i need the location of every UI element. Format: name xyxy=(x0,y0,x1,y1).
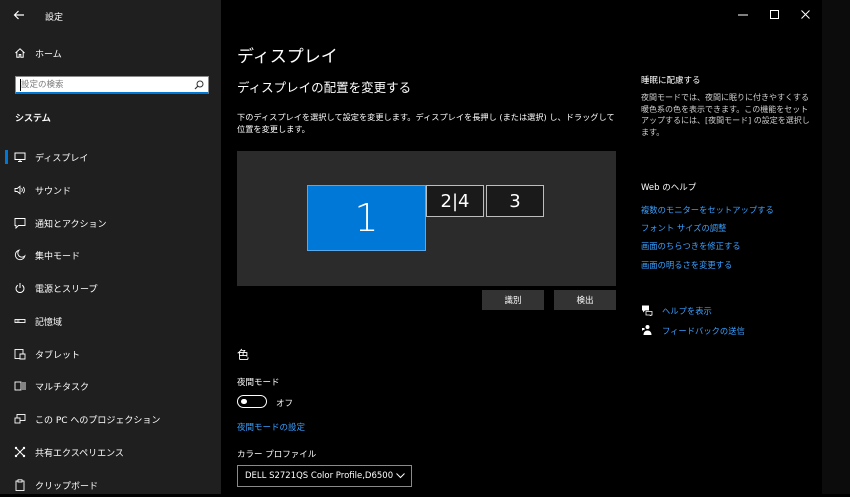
color-heading: 色 xyxy=(237,348,250,362)
sidebar-item-multitask[interactable]: マルチタスク xyxy=(0,374,221,398)
monitor-1[interactable]: 1 xyxy=(307,185,426,251)
sidebar-item-sound[interactable]: サウンド xyxy=(0,178,221,202)
sidebar-section-heading: システム xyxy=(15,114,51,124)
home-icon xyxy=(15,48,25,58)
color-profile-value: DELL S2721QS Color Profile,D6500 xyxy=(245,471,394,481)
moon-icon xyxy=(14,249,26,261)
sleep-description: 夜間モードでは、夜間に眠りに付きやすくする暖色系の色を表示できます。この機能をセ… xyxy=(641,93,810,137)
sidebar-item-home[interactable]: ホーム xyxy=(0,42,221,64)
monitor-3[interactable]: 3 xyxy=(486,185,544,217)
app-title: 設定 xyxy=(45,13,64,23)
sidebar-item-label: サウンド xyxy=(35,187,72,197)
night-mode-label: 夜間モード xyxy=(237,378,280,388)
minimize-icon xyxy=(738,14,748,16)
storage-icon xyxy=(14,319,26,323)
sleep-heading: 睡眠に配慮する xyxy=(641,76,701,86)
sidebar-item-power[interactable]: 電源とスリープ xyxy=(0,276,221,300)
sidebar-item-label: ディスプレイ xyxy=(35,154,89,164)
toggle-knob xyxy=(241,398,247,404)
sidebar-item-label: 共有エクスペリエンス xyxy=(35,449,124,459)
sidebar: 設定 ホーム システム ディスプレイ xyxy=(0,0,221,494)
notification-icon xyxy=(14,218,26,229)
display-arrangement-canvas: 1 2|4 3 xyxy=(237,151,616,286)
arrange-description: 下のディスプレイを選択して設定を変更します。ディスプレイを長押し (または選択)… xyxy=(237,112,615,134)
sidebar-item-label: この PC へのプロジェクション xyxy=(35,416,161,426)
speaker-icon xyxy=(14,185,25,195)
settings-window: 設定 ホーム システム ディスプレイ xyxy=(0,0,822,494)
minimize-button[interactable] xyxy=(728,5,758,25)
power-icon xyxy=(15,283,25,293)
sidebar-item-label: 電源とスリープ xyxy=(35,285,98,295)
search-box[interactable] xyxy=(15,76,209,94)
projection-icon xyxy=(14,414,26,424)
get-help-label: ヘルプを表示 xyxy=(662,306,712,316)
maximize-icon xyxy=(770,10,779,19)
back-button[interactable] xyxy=(12,8,26,22)
monitor-2-4[interactable]: 2|4 xyxy=(426,185,484,217)
sidebar-item-label: 記憶域 xyxy=(35,318,63,328)
sidebar-item-notifications[interactable]: 通知とアクション xyxy=(0,211,221,235)
feedback-icon xyxy=(642,325,652,335)
web-help-heading: Web のヘルプ xyxy=(641,183,697,193)
help-link-multiple-monitors[interactable]: 複数のモニターをセットアップする xyxy=(641,204,774,216)
night-mode-state: オフ xyxy=(276,399,294,409)
close-icon xyxy=(801,10,810,19)
page-title: ディスプレイ xyxy=(237,47,338,67)
sidebar-item-label: ホーム xyxy=(35,50,62,60)
sidebar-item-display[interactable]: ディスプレイ xyxy=(0,145,221,169)
chat-help-icon xyxy=(642,305,653,316)
arrange-displays-heading: ディスプレイの配置を変更する xyxy=(237,80,412,95)
night-mode-toggle[interactable] xyxy=(237,395,267,408)
background-strip xyxy=(822,0,850,494)
search-input[interactable] xyxy=(21,78,191,92)
multitask-icon xyxy=(14,381,26,391)
arrow-left-icon xyxy=(13,10,24,20)
sidebar-item-storage[interactable]: 記憶域 xyxy=(0,309,221,333)
sidebar-item-shared-experience[interactable]: 共有エクスペリエンス xyxy=(0,440,221,464)
maximize-button[interactable] xyxy=(760,5,790,25)
chevron-down-icon xyxy=(396,473,405,479)
detect-button[interactable]: 検出 xyxy=(554,290,616,310)
identify-button[interactable]: 識別 xyxy=(482,290,544,310)
shared-experience-icon xyxy=(14,446,26,458)
sidebar-item-label: マルチタスク xyxy=(35,383,90,393)
color-profile-select[interactable]: DELL S2721QS Color Profile,D6500 xyxy=(237,465,412,487)
night-mode-settings-link[interactable]: 夜間モードの設定 xyxy=(237,421,305,433)
close-button[interactable] xyxy=(791,5,821,25)
sidebar-item-label: タブレット xyxy=(35,351,81,361)
monitor-icon xyxy=(14,152,26,162)
sidebar-item-label: 通知とアクション xyxy=(35,220,107,230)
clipboard-icon xyxy=(15,479,25,491)
sidebar-item-label: 集中モード xyxy=(35,252,81,262)
help-link-brightness[interactable]: 画面の明るさを変更する xyxy=(641,259,732,271)
sidebar-item-focus[interactable]: 集中モード xyxy=(0,243,221,267)
sidebar-item-clipboard[interactable]: クリップボード xyxy=(0,473,221,497)
sidebar-item-projection[interactable]: この PC へのプロジェクション xyxy=(0,407,221,431)
tablet-icon xyxy=(14,349,26,360)
help-link-font-size[interactable]: フォント サイズの調整 xyxy=(641,222,726,234)
sidebar-item-tablet[interactable]: タブレット xyxy=(0,342,221,366)
selection-indicator xyxy=(5,150,8,164)
sidebar-item-label: クリップボード xyxy=(35,482,99,492)
search-icon[interactable] xyxy=(194,80,204,90)
help-link-screen-flicker[interactable]: 画面のちらつきを修正する xyxy=(641,240,741,252)
color-profile-label: カラー プロファイル xyxy=(237,450,317,460)
send-feedback-label: フィードバックの送信 xyxy=(662,326,745,336)
